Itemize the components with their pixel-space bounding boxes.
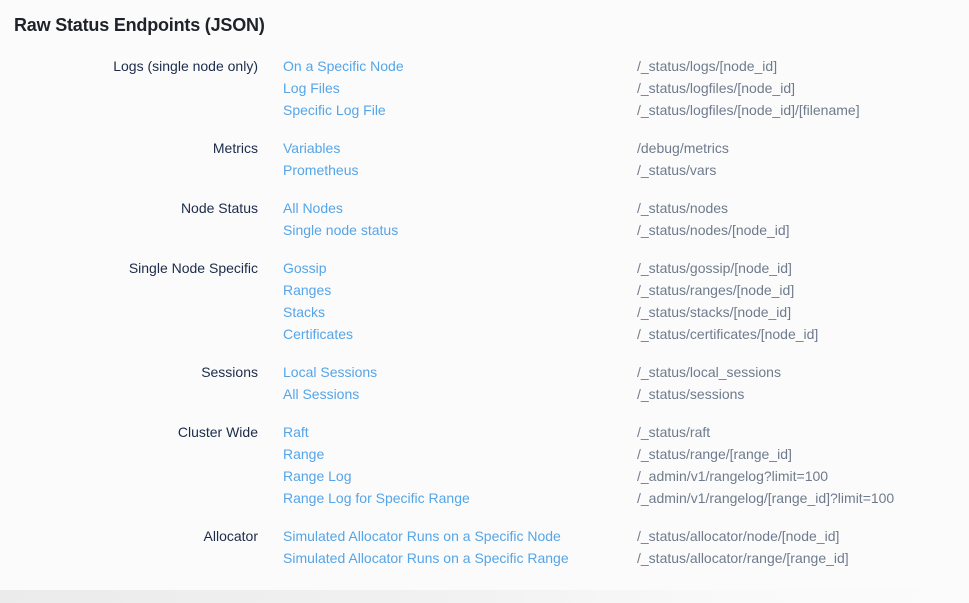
- endpoint-path: /_status/gossip/[node_id]: [637, 257, 792, 279]
- endpoint-link[interactable]: Gossip: [283, 257, 637, 279]
- endpoint-row: Certificates/_status/certificates/[node_…: [283, 323, 969, 345]
- endpoint-row: All Nodes/_status/nodes: [283, 197, 969, 219]
- endpoint-category-label: Single Node Specific: [0, 257, 258, 279]
- endpoint-row: Prometheus/_status/vars: [283, 159, 969, 181]
- endpoint-row: Specific Log File/_status/logfiles/[node…: [283, 99, 969, 121]
- endpoint-link[interactable]: Range Log: [283, 465, 637, 487]
- endpoint-row: Local Sessions/_status/local_sessions: [283, 361, 969, 383]
- endpoint-row: Log Files/_status/logfiles/[node_id]: [283, 77, 969, 99]
- endpoint-row: Range/_status/range/[range_id]: [283, 443, 969, 465]
- endpoint-link[interactable]: Ranges: [283, 279, 637, 301]
- raw-status-endpoints-page: Raw Status Endpoints (JSON) Logs (single…: [0, 0, 969, 603]
- endpoint-group-rows: On a Specific Node/_status/logs/[node_id…: [283, 55, 969, 121]
- endpoint-path: /_status/local_sessions: [637, 361, 781, 383]
- bottom-shade: [0, 590, 969, 603]
- endpoint-path: /_status/logfiles/[node_id]/[filename]: [637, 99, 860, 121]
- endpoint-group: Metrics Variables/debug/metricsPrometheus…: [0, 137, 969, 181]
- endpoint-link[interactable]: All Nodes: [283, 197, 637, 219]
- endpoint-group: Node Status All Nodes/_status/nodesSingle…: [0, 197, 969, 241]
- endpoint-path: /_status/ranges/[node_id]: [637, 279, 794, 301]
- endpoint-link[interactable]: Certificates: [283, 323, 637, 345]
- endpoint-link[interactable]: Simulated Allocator Runs on a Specific R…: [283, 547, 637, 569]
- endpoint-group: Logs (single node only) On a Specific Nod…: [0, 55, 969, 121]
- endpoint-path: /_admin/v1/rangelog/[range_id]?limit=100: [637, 487, 894, 509]
- endpoint-category-label: Node Status: [0, 197, 258, 219]
- endpoint-path: /_status/sessions: [637, 383, 744, 405]
- endpoint-row: Range Log/_admin/v1/rangelog?limit=100: [283, 465, 969, 487]
- endpoint-category-label: Allocator: [0, 525, 258, 547]
- endpoint-path: /_status/nodes/[node_id]: [637, 219, 790, 241]
- endpoint-link[interactable]: Variables: [283, 137, 637, 159]
- endpoint-group-rows: Gossip/_status/gossip/[node_id]Ranges/_s…: [283, 257, 969, 345]
- endpoint-link[interactable]: All Sessions: [283, 383, 637, 405]
- endpoint-category-label: Sessions: [0, 361, 258, 383]
- endpoint-category-label: Metrics: [0, 137, 258, 159]
- endpoint-path: /_status/nodes: [637, 197, 728, 219]
- endpoint-category-label: Cluster Wide: [0, 421, 258, 443]
- endpoint-category-label: Logs (single node only): [0, 55, 258, 77]
- endpoint-path: /_status/allocator/range/[range_id]: [637, 547, 849, 569]
- endpoint-path: /_status/logfiles/[node_id]: [637, 77, 795, 99]
- endpoint-row: Simulated Allocator Runs on a Specific N…: [283, 525, 969, 547]
- endpoint-row: Ranges/_status/ranges/[node_id]: [283, 279, 969, 301]
- endpoint-link[interactable]: Simulated Allocator Runs on a Specific N…: [283, 525, 637, 547]
- endpoint-path: /_status/vars: [637, 159, 716, 181]
- endpoint-link[interactable]: Log Files: [283, 77, 637, 99]
- endpoint-path: /_status/raft: [637, 421, 710, 443]
- endpoint-link[interactable]: Single node status: [283, 219, 637, 241]
- endpoint-row: On a Specific Node/_status/logs/[node_id…: [283, 55, 969, 77]
- endpoint-row: Single node status/_status/nodes/[node_i…: [283, 219, 969, 241]
- endpoint-group-rows: Simulated Allocator Runs on a Specific N…: [283, 525, 969, 569]
- endpoint-path: /_status/range/[range_id]: [637, 443, 792, 465]
- endpoint-path: /_admin/v1/rangelog?limit=100: [637, 465, 828, 487]
- endpoint-group: Cluster Wide Raft/_status/raftRange/_stat…: [0, 421, 969, 509]
- endpoint-link[interactable]: Stacks: [283, 301, 637, 323]
- endpoint-row: Raft/_status/raft: [283, 421, 969, 443]
- endpoints-table: Logs (single node only) On a Specific Nod…: [0, 55, 969, 569]
- endpoint-path: /debug/metrics: [637, 137, 729, 159]
- endpoint-path: /_status/certificates/[node_id]: [637, 323, 818, 345]
- endpoint-link[interactable]: Range Log for Specific Range: [283, 487, 637, 509]
- endpoint-group: Single Node Specific Gossip/_status/gossi…: [0, 257, 969, 345]
- endpoint-row: Stacks/_status/stacks/[node_id]: [283, 301, 969, 323]
- endpoint-row: Gossip/_status/gossip/[node_id]: [283, 257, 969, 279]
- endpoint-group-rows: Local Sessions/_status/local_sessionsAll…: [283, 361, 969, 405]
- endpoint-link[interactable]: On a Specific Node: [283, 55, 637, 77]
- endpoint-group-rows: Variables/debug/metricsPrometheus/_statu…: [283, 137, 969, 181]
- endpoint-row: Variables/debug/metrics: [283, 137, 969, 159]
- endpoint-link[interactable]: Specific Log File: [283, 99, 637, 121]
- endpoint-group: Sessions Local Sessions/_status/local_ses…: [0, 361, 969, 405]
- endpoint-link[interactable]: Prometheus: [283, 159, 637, 181]
- endpoint-link[interactable]: Local Sessions: [283, 361, 637, 383]
- endpoint-group: Allocator Simulated Allocator Runs on a S…: [0, 525, 969, 569]
- endpoint-group-rows: All Nodes/_status/nodesSingle node statu…: [283, 197, 969, 241]
- page-title: Raw Status Endpoints (JSON): [0, 0, 969, 36]
- endpoint-row: Range Log for Specific Range/_admin/v1/r…: [283, 487, 969, 509]
- endpoint-path: /_status/allocator/node/[node_id]: [637, 525, 839, 547]
- endpoint-link[interactable]: Range: [283, 443, 637, 465]
- endpoint-path: /_status/stacks/[node_id]: [637, 301, 791, 323]
- endpoint-group-rows: Raft/_status/raftRange/_status/range/[ra…: [283, 421, 969, 509]
- endpoint-path: /_status/logs/[node_id]: [637, 55, 777, 77]
- endpoint-link[interactable]: Raft: [283, 421, 637, 443]
- endpoint-row: All Sessions/_status/sessions: [283, 383, 969, 405]
- endpoint-row: Simulated Allocator Runs on a Specific R…: [283, 547, 969, 569]
